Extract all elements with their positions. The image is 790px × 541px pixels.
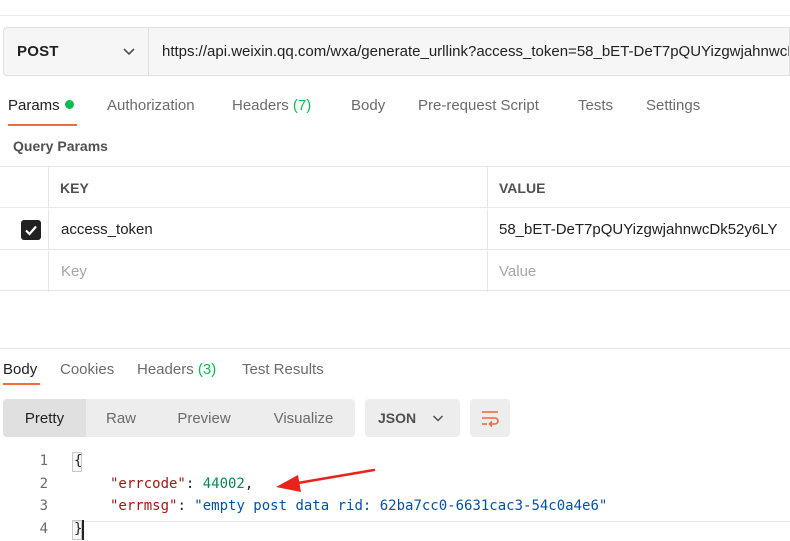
method-select[interactable]: POST [4,28,149,75]
checkmark-icon [25,225,37,236]
view-raw-button[interactable]: Raw [86,399,156,437]
format-select[interactable]: JSON [365,399,460,437]
json-key: "errmsg" [110,498,178,514]
code-divider [73,521,790,541]
table-row-empty: Key Value [0,251,790,292]
tab-response-headers[interactable]: Headers (3) [137,361,216,378]
code-line-errmsg: "errmsg": "empty post data rid: 62ba7cc0… [110,498,608,514]
tab-tests[interactable]: Tests [578,97,613,114]
tab-settings[interactable]: Settings [646,97,700,114]
param-enabled-checkbox[interactable] [21,220,41,240]
format-label: JSON [378,410,417,426]
top-divider [0,15,790,16]
tab-authorization[interactable]: Authorization [107,97,195,114]
line-number: 1 [39,453,48,469]
tab-response-body[interactable]: Body [3,361,37,378]
json-number: 44002 [202,476,245,492]
tab-test-results[interactable]: Test Results [242,361,324,378]
line-number: 2 [39,476,48,492]
response-headers-count: (3) [197,361,217,378]
json-key: "errcode" [110,476,186,492]
tab-label: Params [8,97,60,114]
new-value-input[interactable]: Value [499,251,536,292]
active-response-tab-indicator [3,383,40,385]
tab-params[interactable]: Params [8,97,74,114]
view-preview-button[interactable]: Preview [156,399,252,437]
view-pretty-button[interactable]: Pretty [3,399,86,437]
headers-count: (7) [292,97,312,114]
value-column-header: VALUE [499,179,546,196]
url-input[interactable]: https://api.weixin.qq.com/wxa/generate_u… [149,28,789,75]
code-line-errcode: "errcode": 44002, [110,476,254,492]
method-label: POST [17,43,59,60]
tab-cookies[interactable]: Cookies [60,361,114,378]
chevron-down-icon [123,48,135,56]
tab-label: Headers [137,361,194,378]
json-string: "empty post data rid: 62ba7cc0-6631cac3-… [194,498,608,514]
new-key-input[interactable]: Key [61,251,87,292]
tab-headers[interactable]: Headers (7) [232,97,311,114]
text-caret [82,520,84,540]
line-number: 4 [39,521,48,537]
annotation-arrow-icon [276,468,376,492]
query-params-table: KEY VALUE access_token 58_bET-DeT7pQUYiz… [0,166,790,292]
view-mode-segmented-control: Pretty Raw Preview Visualize [3,399,355,437]
table-header-row: KEY VALUE [0,167,790,208]
active-tab-indicator [8,124,77,126]
request-tabs: Params Authorization Headers (7) Body Pr… [0,92,790,126]
wrap-lines-icon [482,411,499,427]
tab-label: Headers [232,97,289,114]
param-value-field[interactable]: 58_bET-DeT7pQUYizgwjahnwcDk52y6LY [499,209,790,250]
response-tabs: Body Cookies Headers (3) Test Results [0,348,790,385]
view-visualize-button[interactable]: Visualize [252,399,355,437]
line-number: 3 [39,498,48,514]
param-key-field[interactable]: access_token [61,209,481,250]
code-open-brace: { [74,453,83,469]
query-params-title: Query Params [13,138,108,154]
table-row: access_token 58_bET-DeT7pQUYizgwjahnwcDk… [0,209,790,250]
params-active-dot [64,100,74,109]
key-column-header: KEY [60,179,89,196]
request-url-bar: POST https://api.weixin.qq.com/wxa/gener… [3,27,790,76]
wrap-lines-button[interactable] [470,399,510,437]
tab-body[interactable]: Body [351,97,385,114]
chevron-down-icon [432,415,444,422]
tab-pre-request-script[interactable]: Pre-request Script [418,97,539,114]
